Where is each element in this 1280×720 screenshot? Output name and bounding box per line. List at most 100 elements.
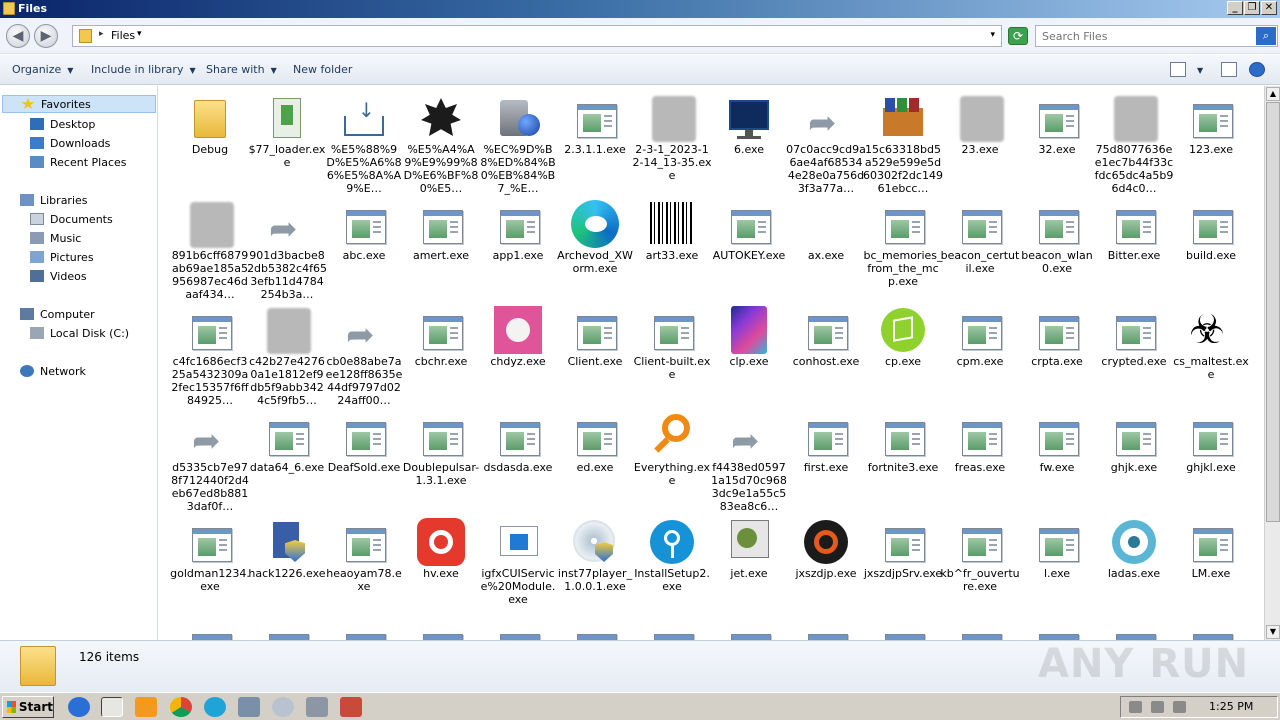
- file-item[interactable]: data64_6.exe: [247, 406, 327, 512]
- nav-computer[interactable]: Computer: [20, 305, 95, 323]
- file-item[interactable]: ladas.exe: [1094, 512, 1174, 618]
- file-item[interactable]: crpta.exe: [1017, 300, 1097, 406]
- calculator-icon[interactable]: [306, 697, 328, 717]
- file-item[interactable]: Client-built.exe: [632, 300, 712, 406]
- file-item[interactable]: 23.exe: [940, 88, 1020, 194]
- app-icon[interactable]: [340, 697, 362, 717]
- file-item[interactable]: Debug: [170, 88, 250, 194]
- file-item[interactable]: inst77player_1.0.0.1.exe: [555, 512, 635, 618]
- nav-documents[interactable]: Documents: [30, 210, 113, 228]
- file-item[interactable]: ➦ d5335cb7e978f712440f2d4eb67ed8b8813daf0…: [170, 406, 250, 513]
- file-item-partial[interactable]: [863, 618, 943, 640]
- file-item[interactable]: DeafSold.exe: [324, 406, 404, 512]
- file-item[interactable]: abc.exe: [324, 194, 404, 300]
- file-item-partial[interactable]: [940, 618, 1020, 640]
- file-item[interactable]: cbchr.exe: [401, 300, 481, 406]
- nav-local-disk[interactable]: Local Disk (C:): [30, 324, 129, 342]
- nav-downloads[interactable]: Downloads: [30, 134, 110, 152]
- nav-recent-places[interactable]: Recent Places: [30, 153, 127, 171]
- file-item[interactable]: chdyz.exe: [478, 300, 558, 406]
- file-item[interactable]: conhost.exe: [786, 300, 866, 406]
- file-item[interactable]: AUTOKEY.exe: [709, 194, 789, 300]
- file-item-partial[interactable]: [1171, 618, 1251, 640]
- breadcrumb-files[interactable]: Files: [111, 29, 135, 42]
- file-item[interactable]: Doublepulsar-1.3.1.exe: [401, 406, 481, 512]
- breadcrumb-separator[interactable]: ▸: [99, 29, 104, 39]
- breadcrumb-dropdown[interactable]: ▾: [137, 29, 142, 39]
- file-item[interactable]: 75d8077636ee1ec7b44f33cfdc65dc4a5b96d4c0…: [1094, 88, 1174, 195]
- file-item-partial[interactable]: [1094, 618, 1174, 640]
- file-item-partial[interactable]: [632, 618, 712, 640]
- file-item[interactable]: c4fc1686ecf325a5432309a2fec15357f6ff8492…: [170, 300, 250, 407]
- help-icon[interactable]: [1249, 62, 1265, 77]
- address-dropdown[interactable]: ▾: [990, 30, 995, 40]
- search-icon[interactable]: ⌕: [1256, 27, 1276, 45]
- file-item[interactable]: jet.exe: [709, 512, 789, 618]
- network-tray-icon[interactable]: [1151, 701, 1164, 713]
- file-item-partial[interactable]: [324, 618, 404, 640]
- file-item[interactable]: fortnite3.exe: [863, 406, 943, 512]
- clock[interactable]: 1:25 PM: [1209, 700, 1253, 713]
- file-item[interactable]: Bitter.exe: [1094, 194, 1174, 300]
- nav-music[interactable]: Music: [30, 229, 81, 247]
- preview-pane-icon[interactable]: [1221, 62, 1237, 77]
- file-item-partial[interactable]: [786, 618, 866, 640]
- file-item[interactable]: LM.exe: [1171, 512, 1251, 618]
- address-bar[interactable]: ▸ Files ▾ ▾: [72, 25, 1002, 47]
- file-item[interactable]: 15c63318bd5a529e599e5d60302f2dc14961ebcc…: [863, 88, 943, 195]
- file-item[interactable]: Everything.exe: [632, 406, 712, 512]
- media-player-icon[interactable]: [135, 697, 157, 717]
- volume-icon[interactable]: [1129, 701, 1142, 713]
- ie-icon[interactable]: [68, 697, 90, 717]
- view-options-arrow-icon[interactable]: ▼: [1197, 66, 1203, 75]
- file-item[interactable]: beacon_certutil.exe: [940, 194, 1020, 300]
- file-item[interactable]: dsdasda.exe: [478, 406, 558, 512]
- file-item[interactable]: ↓ %E5%88%9D%E5%A6%86%E5%8A%A9%E…: [324, 88, 404, 195]
- file-item[interactable]: art33.exe: [632, 194, 712, 300]
- flag-icon[interactable]: [1173, 701, 1186, 713]
- nav-favorites[interactable]: Favorites: [2, 95, 156, 113]
- search-box[interactable]: ⌕: [1035, 25, 1278, 47]
- file-item[interactable]: 891b6cff6879ab69ae185a5956987ec46daaf434…: [170, 194, 250, 301]
- nav-pictures[interactable]: Pictures: [30, 248, 94, 266]
- file-item[interactable]: ghjkl.exe: [1171, 406, 1251, 512]
- file-item-partial[interactable]: [170, 618, 250, 640]
- nav-network[interactable]: Network: [20, 362, 86, 380]
- include-in-library-button[interactable]: Include in library ▼: [91, 63, 196, 76]
- file-item[interactable]: jxszdjpSrv.exe: [863, 512, 943, 618]
- file-item[interactable]: clp.exe: [709, 300, 789, 406]
- maximize-button[interactable]: ❐: [1244, 1, 1260, 15]
- file-item[interactable]: jxszdjp.exe: [786, 512, 866, 618]
- file-item[interactable]: app1.exe: [478, 194, 558, 300]
- file-item[interactable]: bc_memories_from_the_mcp.exe: [863, 194, 943, 300]
- file-item[interactable]: 6.exe: [709, 88, 789, 194]
- file-item[interactable]: ax.exe: [786, 194, 866, 300]
- file-item-partial[interactable]: [401, 618, 481, 640]
- file-item-partial[interactable]: [478, 618, 558, 640]
- nav-desktop[interactable]: Desktop: [30, 115, 95, 133]
- explorer-icon[interactable]: [101, 697, 123, 717]
- file-item-partial[interactable]: [247, 618, 327, 640]
- file-item[interactable]: ed.exe: [555, 406, 635, 512]
- file-item[interactable]: fw.exe: [1017, 406, 1097, 512]
- file-item[interactable]: freas.exe: [940, 406, 1020, 512]
- file-item[interactable]: hv.exe: [401, 512, 481, 618]
- new-folder-button[interactable]: New folder: [293, 63, 352, 76]
- file-item[interactable]: ➦ 901d3bacbe82db5382c4f653efb11d4784254b3…: [247, 194, 327, 301]
- scroll-up-button[interactable]: ▲: [1266, 87, 1280, 101]
- chrome-icon[interactable]: [170, 697, 192, 717]
- back-button[interactable]: ◀: [6, 24, 30, 48]
- file-item[interactable]: build.exe: [1171, 194, 1251, 300]
- file-item[interactable]: c42b27e42760a1e1812ef9db5f9abb3424c5f9fb…: [247, 300, 327, 407]
- edge-icon[interactable]: [204, 697, 226, 717]
- download-icon[interactable]: [238, 697, 260, 717]
- change-view-icon[interactable]: [1170, 62, 1186, 77]
- disc-icon[interactable]: [272, 697, 294, 717]
- file-item[interactable]: 2-3-1_2023-12-14_13-35.exe: [632, 88, 712, 194]
- file-item[interactable]: ghjk.exe: [1094, 406, 1174, 512]
- file-item[interactable]: 123.exe: [1171, 88, 1251, 194]
- file-item[interactable]: ➦ f4438ed05971a15d70c9683dc9e1a55c583ea8c…: [709, 406, 789, 513]
- file-item[interactable]: 2.3.1.1.exe: [555, 88, 635, 194]
- file-item[interactable]: Client.exe: [555, 300, 635, 406]
- file-item[interactable]: beacon_wlan0.exe: [1017, 194, 1097, 300]
